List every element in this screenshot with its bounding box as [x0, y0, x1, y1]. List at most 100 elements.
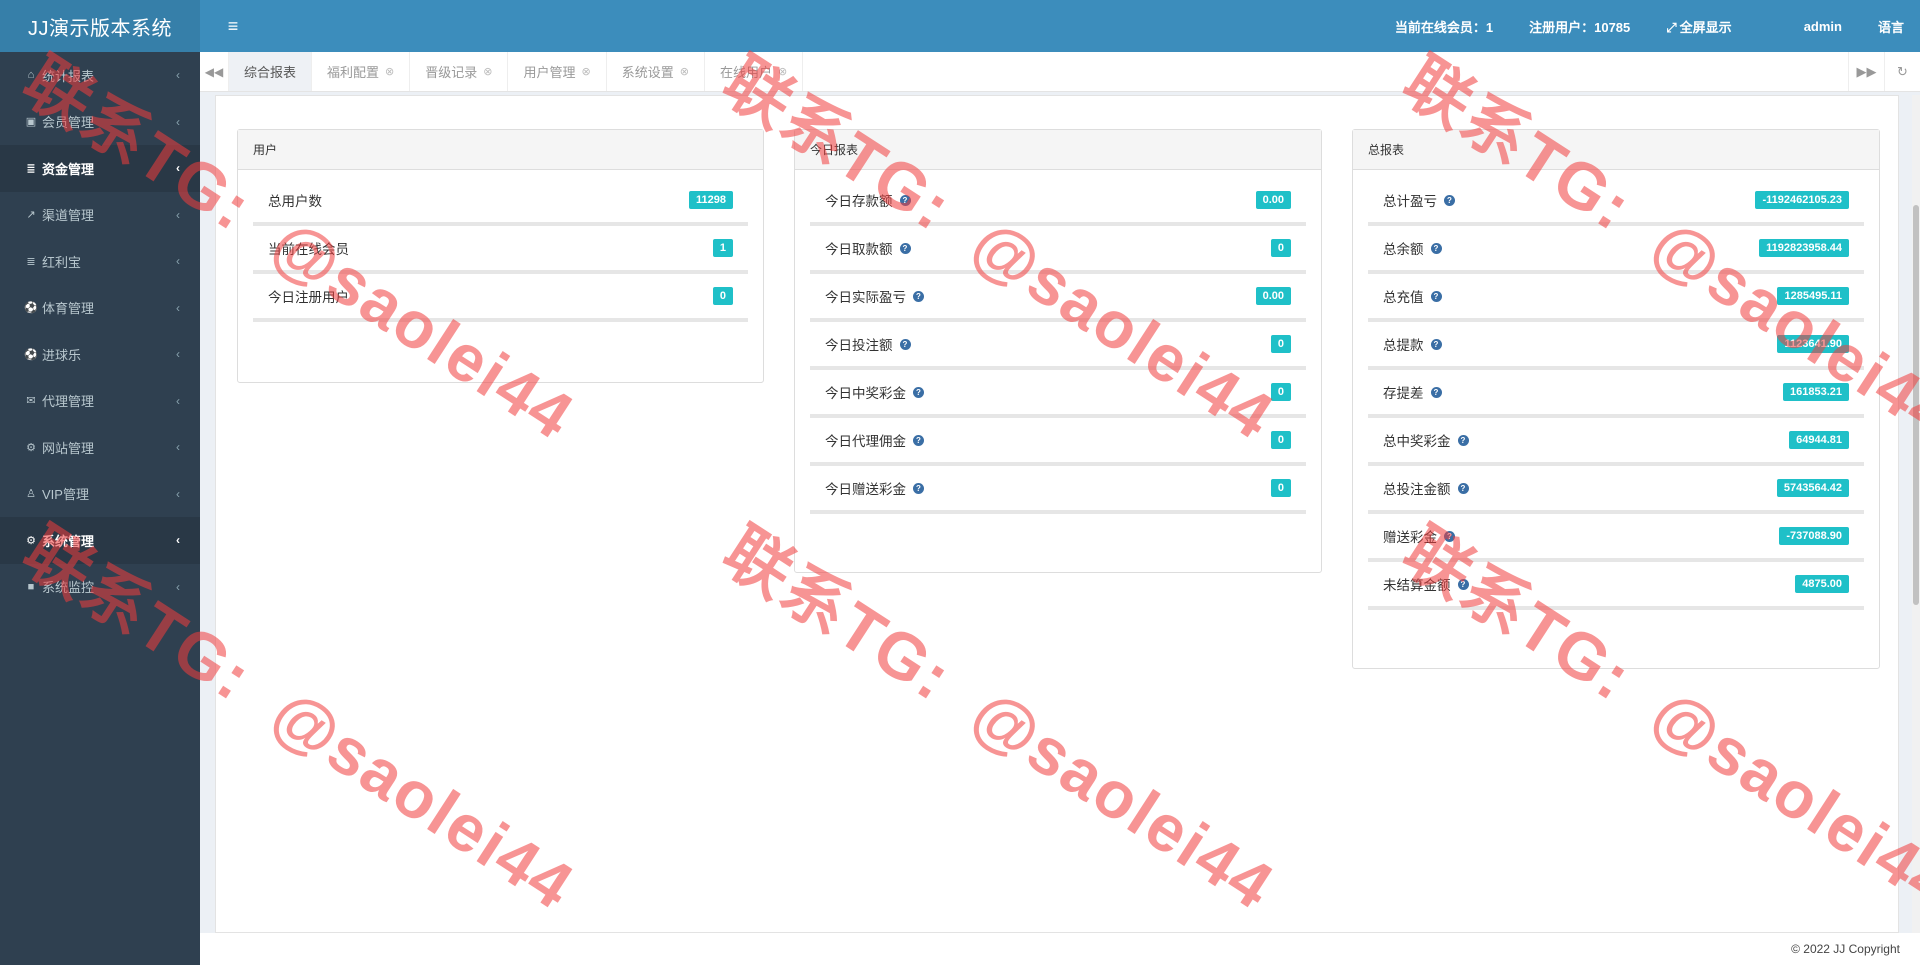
- question-circle-icon[interactable]: ?: [1430, 338, 1442, 350]
- stat-row: 今日存款额? 0.00: [810, 178, 1306, 226]
- stat-label-text: 今日注册用户: [268, 290, 349, 305]
- stat-value-badge: 0: [1270, 239, 1291, 257]
- stat-label: 未结算金额?: [1383, 574, 1795, 594]
- stat-value-badge: 1192823958.44: [1759, 239, 1849, 257]
- close-icon[interactable]: ⊗: [385, 65, 394, 78]
- stat-label: 赠送彩金?: [1383, 526, 1779, 546]
- menu-toggle-icon[interactable]: ≡: [200, 16, 266, 37]
- question-circle-icon[interactable]: ?: [913, 386, 924, 398]
- language-menu[interactable]: 语言: [1878, 17, 1904, 36]
- stat-label: 今日代理佣金?: [825, 430, 1271, 450]
- stat-row: 赠送彩金? -737088.90: [1368, 514, 1864, 562]
- sidebar-item[interactable]: ⚽ 体育管理 ‹: [0, 285, 200, 332]
- users-panel: 用户 总用户数 11298 当前在线会员 1 今日注册用户 0: [237, 129, 764, 383]
- question-circle-icon[interactable]: ?: [1444, 530, 1455, 542]
- stat-label: 总中奖彩金?: [1383, 430, 1789, 450]
- close-icon[interactable]: ⊗: [483, 65, 492, 78]
- tab-label: 综合报表: [244, 65, 297, 80]
- stat-label: 今日取款额?: [825, 238, 1271, 258]
- chevron-left-icon: ‹: [176, 579, 180, 594]
- sidebar-item[interactable]: ≣ 红利宝 ‹: [0, 238, 200, 285]
- stat-label-text: 今日取款额: [825, 242, 893, 257]
- tab-scroll-right-icon[interactable]: ▶▶: [1848, 52, 1884, 91]
- question-circle-icon[interactable]: ?: [899, 242, 911, 254]
- stat-label-text: 未结算金额: [1383, 578, 1451, 593]
- stat-label-text: 今日存款额: [825, 194, 893, 209]
- sidebar-item[interactable]: ⚽ 进球乐 ‹: [0, 331, 200, 378]
- sidebar-item[interactable]: ⚙ 网站管理 ‹: [0, 424, 200, 471]
- sidebar-item-label: 网站管理: [42, 440, 95, 456]
- sidebar-item[interactable]: ≣ 资金管理 ‹: [0, 145, 200, 192]
- stat-row: 总用户数 11298: [253, 178, 748, 226]
- main-content: 用户 总用户数 11298 当前在线会员 1 今日注册用户 0 今日报表 今日存款额? 0.…: [215, 95, 1899, 933]
- stat-label-text: 今日中奖彩金: [825, 386, 906, 401]
- question-circle-icon[interactable]: ?: [899, 194, 911, 206]
- question-circle-icon[interactable]: ?: [913, 434, 924, 446]
- sidebar-item[interactable]: ■ 系统监控 ‹: [0, 564, 200, 611]
- sidebar-item-label: 代理管理: [42, 394, 95, 410]
- close-icon[interactable]: ⊗: [778, 65, 787, 78]
- sidebar-item[interactable]: ⚙ 系统管理 ‹: [0, 517, 200, 564]
- sidebar-item[interactable]: ♙ VIP管理 ‹: [0, 471, 200, 518]
- question-circle-icon[interactable]: ?: [913, 290, 924, 302]
- total-panel: 总报表 总计盈亏? -1192462105.23 总余额? 1192823958.44…: [1352, 129, 1880, 669]
- sidebar-item-label: 红利宝: [42, 254, 82, 270]
- question-circle-icon[interactable]: ?: [1457, 434, 1469, 446]
- chevron-left-icon: ‹: [176, 300, 180, 315]
- sidebar-item[interactable]: ✉ 代理管理 ‹: [0, 378, 200, 425]
- stat-row: 总提款? 1123641.90: [1368, 322, 1864, 370]
- tab-label: 用户管理: [523, 65, 576, 80]
- today-panel-body: 今日存款额? 0.00 今日取款额? 0 今日实际盈亏? 0.00 今日投注额? 0 今日中奖彩…: [795, 170, 1321, 572]
- stat-value-badge: 0: [1270, 479, 1291, 497]
- footer: © 2022 JJ Copyright: [200, 933, 1920, 965]
- sidebar-item[interactable]: ↗ 渠道管理 ‹: [0, 192, 200, 239]
- question-circle-icon[interactable]: ?: [899, 338, 911, 350]
- sidebar-item[interactable]: ⌂ 统计报表 ‹: [0, 52, 200, 99]
- app-title[interactable]: JJ演示版本系统: [0, 0, 200, 52]
- fullscreen-button[interactable]: ⤢ 全屏显示: [1666, 17, 1767, 36]
- chevron-left-icon: ‹: [176, 68, 180, 83]
- stat-value-badge: 64944.81: [1789, 431, 1849, 449]
- user-menu[interactable]: admin: [1804, 19, 1842, 34]
- stat-label: 总投注金额?: [1383, 478, 1777, 498]
- sidebar-item-label: 渠道管理: [42, 208, 95, 224]
- stat-label: 总用户数: [268, 190, 689, 210]
- sidebar-item[interactable]: ▣ 会员管理 ‹: [0, 99, 200, 146]
- question-circle-icon[interactable]: ?: [1457, 482, 1469, 494]
- stat-label-text: 赠送彩金: [1383, 530, 1437, 545]
- question-circle-icon[interactable]: ?: [1457, 578, 1469, 590]
- tab[interactable]: 用户管理 ⊗: [508, 52, 607, 91]
- close-icon[interactable]: ⊗: [680, 65, 689, 78]
- stat-label-text: 当前在线会员: [268, 242, 349, 257]
- stat-value-badge: 0: [1270, 335, 1291, 353]
- tab[interactable]: 晋级记录 ⊗: [410, 52, 509, 91]
- tab[interactable]: 在线用户 ⊗: [705, 52, 804, 91]
- registered-users-count: 注册用户：10785: [1529, 19, 1631, 35]
- chevron-left-icon: ‹: [176, 161, 180, 176]
- tab[interactable]: 系统设置 ⊗: [607, 52, 705, 91]
- tab[interactable]: 福利配置 ⊗: [312, 52, 411, 91]
- scrollbar-thumb[interactable]: [1913, 205, 1919, 605]
- scrollbar[interactable]: [1912, 95, 1920, 933]
- question-circle-icon[interactable]: ?: [1430, 290, 1442, 302]
- question-circle-icon[interactable]: ?: [1444, 194, 1455, 206]
- stat-value-badge: -737088.90: [1779, 527, 1849, 545]
- copyright-text: © 2022 JJ Copyright: [1791, 942, 1900, 956]
- question-circle-icon[interactable]: ?: [1430, 242, 1442, 254]
- stat-value-badge: 1: [712, 239, 733, 257]
- sidebar-item-label: VIP管理: [42, 487, 89, 503]
- chevron-left-icon: ‹: [176, 440, 180, 455]
- today-panel-title: 今日报表: [795, 130, 1321, 170]
- stat-value-badge: -1192462105.23: [1755, 191, 1849, 209]
- question-circle-icon[interactable]: ?: [1430, 386, 1442, 398]
- close-icon[interactable]: ⊗: [582, 65, 591, 78]
- top-right-info: 当前在线会员：1 注册用户：10785 ⤢ 全屏显示 admin 语言: [1395, 17, 1920, 36]
- stat-label: 总余额?: [1383, 238, 1759, 258]
- question-circle-icon[interactable]: ?: [913, 482, 924, 494]
- tab-list: 综合报表 福利配置 ⊗ 晋级记录 ⊗ 用户管理 ⊗ 系统设置 ⊗ 在线用户 ⊗: [229, 52, 1848, 91]
- refresh-icon[interactable]: ↻: [1884, 52, 1920, 91]
- tab-scroll-left-icon[interactable]: ◀◀: [200, 52, 229, 91]
- stat-row: 总投注金额? 5743564.42: [1368, 466, 1864, 514]
- tab[interactable]: 综合报表: [229, 52, 313, 91]
- stat-label-text: 总计盈亏: [1383, 194, 1437, 209]
